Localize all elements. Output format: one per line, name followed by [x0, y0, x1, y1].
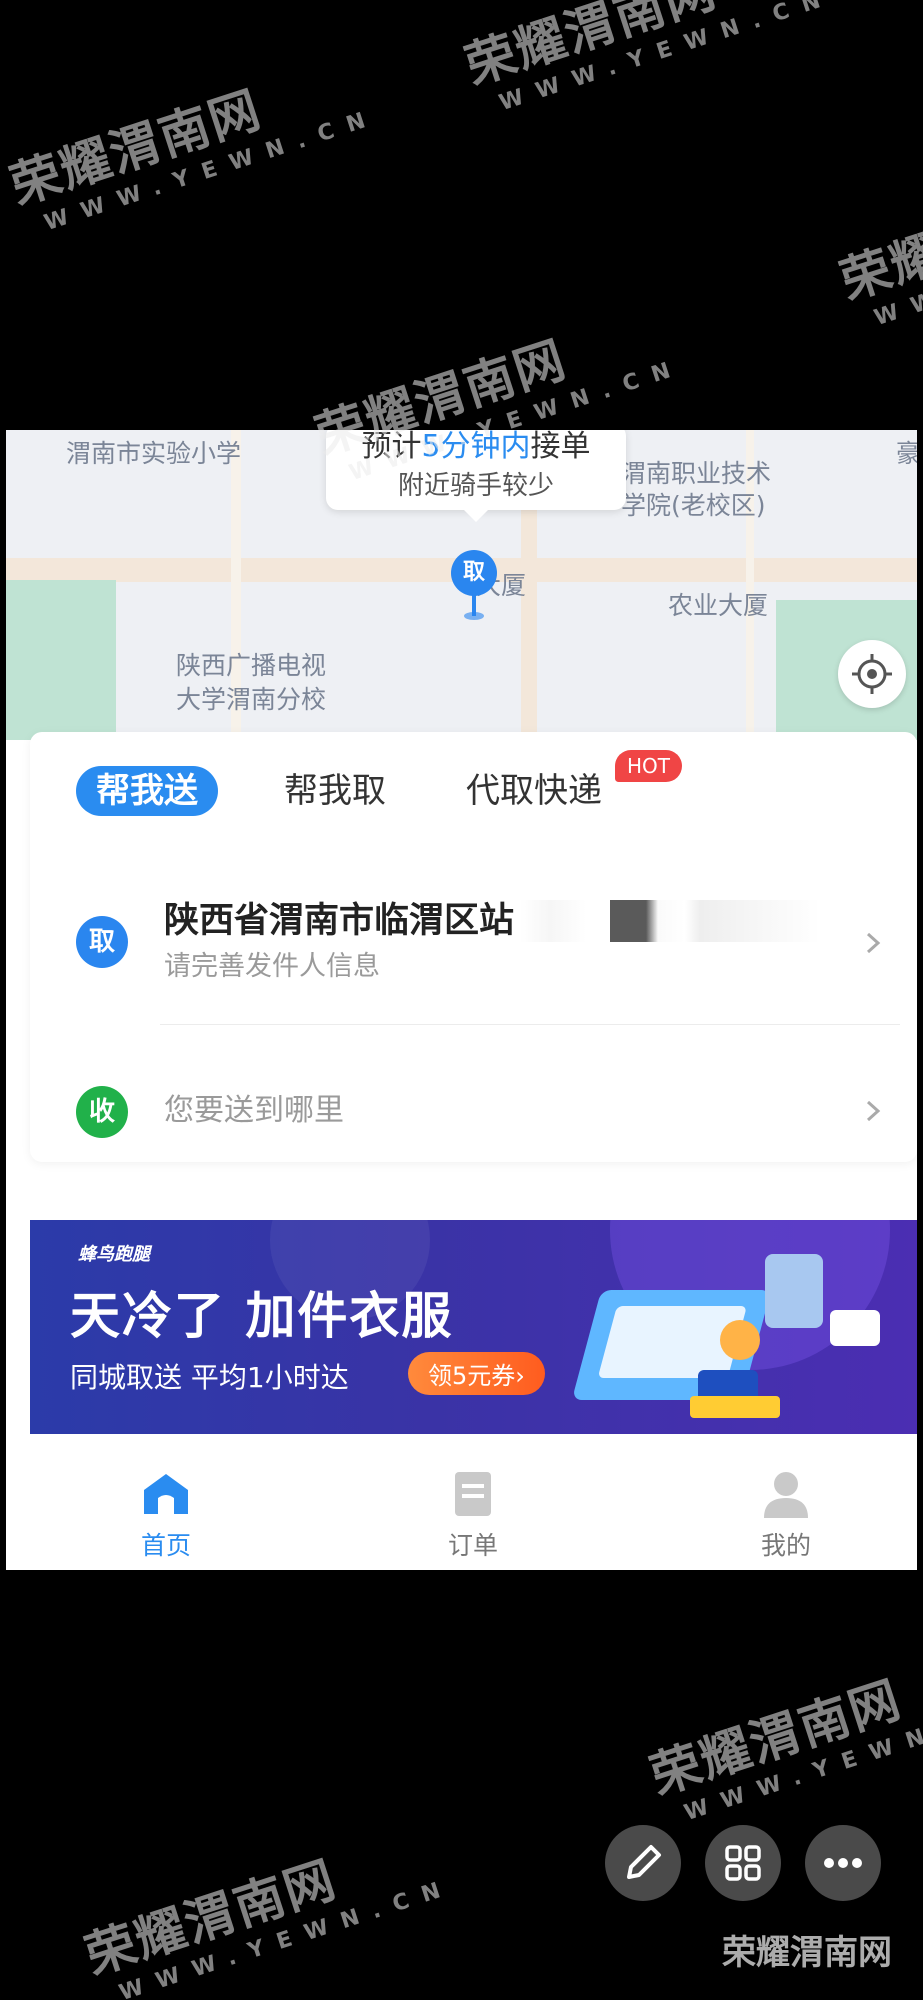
app-screen: 渭南市实验小学 渭南职业技术 学院(老校区) 大厦 农业大厦 陕西广播电视 大学…	[6, 430, 917, 1570]
pickup-badge: 取	[76, 916, 128, 968]
map-park	[6, 580, 116, 740]
eta-tooltip: 预计5分钟内接单 附近骑手较少	[326, 430, 626, 522]
eta-subtext: 附近骑手较少	[397, 471, 554, 501]
grid-icon	[725, 1845, 761, 1881]
chevron-right-icon[interactable]	[858, 1096, 888, 1126]
chevron-right-icon[interactable]	[858, 928, 888, 958]
corner-watermark: 荣耀渭南网	[722, 1933, 892, 1973]
locate-button[interactable]	[838, 640, 906, 708]
tab-home[interactable]: 首页	[106, 1468, 226, 1562]
apps-button[interactable]	[705, 1825, 781, 1901]
tab-profile[interactable]: 我的	[726, 1468, 846, 1562]
promo-banner[interactable]: 蜂鸟跑腿 天冷了 加件衣服 同城取送 平均1小时达 领5元券›	[30, 1220, 917, 1434]
watermark: 荣耀渭南网 WWW.YEWN.CN	[78, 1850, 457, 2000]
pencil-icon	[627, 1845, 661, 1879]
pin-shadow	[464, 612, 484, 620]
coupon-button[interactable]: 领5元券›	[408, 1352, 545, 1395]
watermark: 荣耀渭南网 WWW.YEWN.CN	[458, 0, 837, 117]
banner-title: 天冷了 加件衣服	[70, 1287, 454, 1345]
more-dots-icon	[824, 1858, 862, 1868]
tab-express-pickup[interactable]: 代取快递	[466, 766, 602, 816]
tab-help-send[interactable]: 帮我送	[76, 766, 218, 816]
watermark: 荣耀渭南网 WWW.YEWN.CN	[3, 80, 382, 237]
delivery-badge: 收	[76, 1086, 128, 1138]
redacted-area	[520, 900, 820, 942]
more-button[interactable]	[805, 1825, 881, 1901]
map-view[interactable]: 渭南市实验小学 渭南职业技术 学院(老校区) 大厦 农业大厦 陕西广播电视 大学…	[6, 430, 917, 740]
map-label: 大学渭南分校	[176, 685, 327, 714]
bottom-tab-bar: 首页 订单 我的	[6, 1460, 917, 1570]
pickup-address[interactable]: 陕西省渭南市临渭区站	[164, 898, 514, 944]
pickup-subtext: 请完善发件人信息	[164, 951, 380, 982]
map-label: 渭南市实验小学	[66, 439, 242, 468]
home-icon	[144, 1474, 188, 1514]
map-label: 豪	[896, 439, 917, 468]
banner-brand: 蜂鸟跑腿	[78, 1244, 150, 1265]
map-label: 渭南职业技术	[621, 459, 772, 488]
map-label: 陕西广播电视	[176, 651, 327, 680]
delivery-address-field[interactable]: 您要送到哪里	[164, 1092, 344, 1130]
banner-subtitle: 同城取送 平均1小时达	[70, 1361, 349, 1394]
divider	[160, 1024, 900, 1025]
crosshair-icon	[852, 654, 892, 694]
tab-help-pickup[interactable]: 帮我取	[284, 766, 386, 816]
order-icon	[455, 1472, 491, 1516]
map-label: 农业大厦	[668, 591, 769, 620]
watermark: 荣耀渭南网 WWW.YEWN.CN	[833, 175, 923, 332]
order-card: 帮我送 帮我取 代取快递 HOT 取 陕西省渭南市临渭区站 请完善发件人信息 收…	[30, 732, 917, 1162]
profile-icon	[764, 1472, 808, 1518]
eta-highlight: 5分钟内	[421, 430, 531, 464]
pickup-pin-icon[interactable]: 取	[451, 550, 497, 596]
watermark: 荣耀渭南网 WWW.YEWN.CN	[643, 1670, 923, 1827]
edit-button[interactable]	[605, 1825, 681, 1901]
tab-orders[interactable]: 订单	[413, 1468, 533, 1562]
hot-badge: HOT	[615, 750, 682, 782]
map-label: 学院(老校区)	[621, 491, 766, 520]
